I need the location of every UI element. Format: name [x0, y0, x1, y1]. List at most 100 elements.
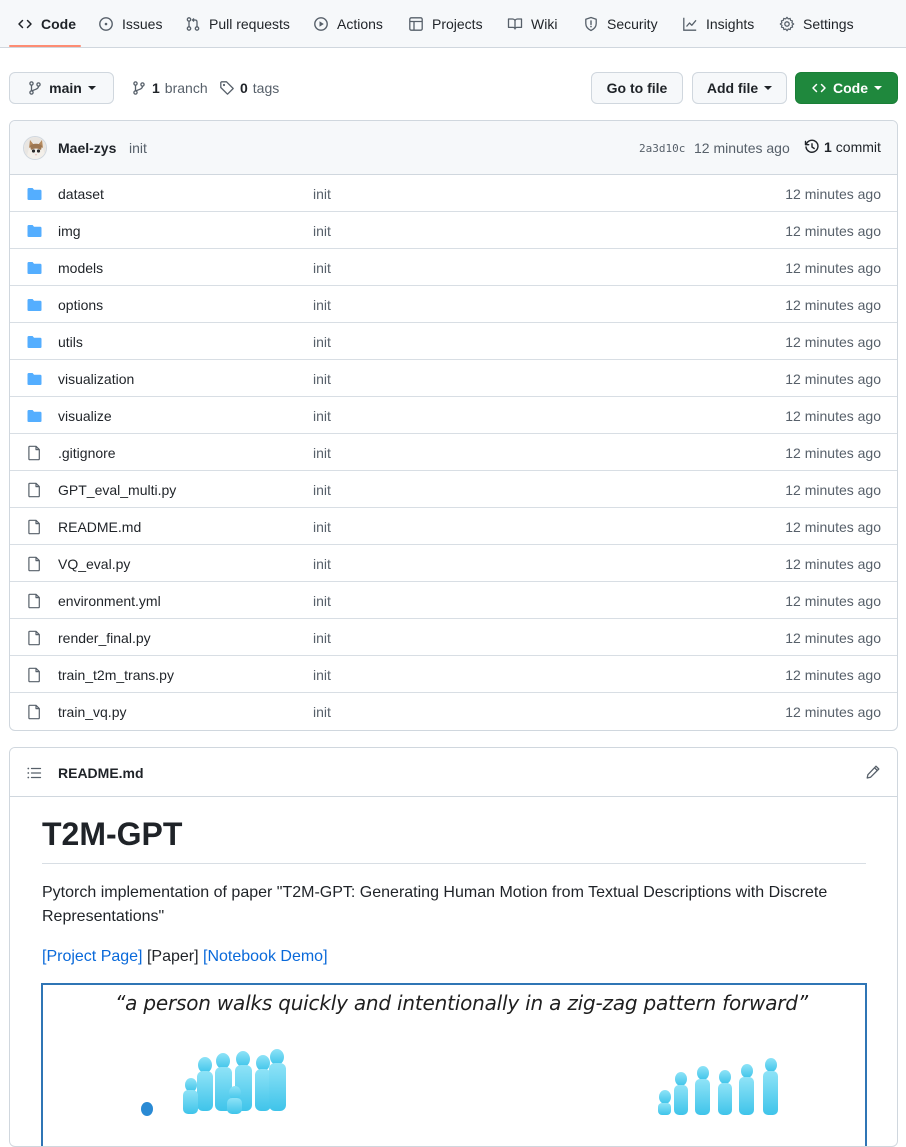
file-name[interactable]: .gitignore [58, 445, 116, 461]
tag-icon [219, 80, 235, 96]
avatar[interactable] [23, 136, 47, 160]
code-icon [811, 80, 827, 96]
file-commit-message[interactable]: init [313, 704, 331, 720]
commit-count-label: commit [835, 139, 881, 155]
code-dropdown-button[interactable]: Code [795, 72, 898, 104]
file-commit-time: 12 minutes ago [785, 630, 881, 646]
readme-panel: README.md T2M-GPT Pytorch implementation… [9, 747, 898, 1147]
file-name[interactable]: GPT_eval_multi.py [58, 482, 176, 498]
branch-select-button[interactable]: main [9, 72, 114, 104]
file-icon [26, 556, 43, 572]
file-row[interactable]: img init 12 minutes ago [10, 212, 897, 249]
readme-description: Pytorch implementation of paper "T2M-GPT… [42, 884, 828, 925]
teaser-image: “a person walks quickly and intentionall… [41, 983, 867, 1146]
git-branch-icon [131, 80, 147, 96]
file-name[interactable]: README.md [58, 519, 141, 535]
file-row[interactable]: utils init 12 minutes ago [10, 323, 897, 360]
folder-icon [26, 223, 43, 239]
file-name[interactable]: VQ_eval.py [58, 556, 130, 572]
heading-divider [42, 863, 866, 864]
file-commit-time: 12 minutes ago [785, 519, 881, 535]
add-file-button[interactable]: Add file [692, 72, 787, 104]
tab-settings[interactable]: Settings [771, 0, 862, 48]
tab-insights[interactable]: Insights [674, 0, 762, 48]
file-row[interactable]: VQ_eval.py init 12 minutes ago [10, 545, 897, 582]
file-name[interactable]: render_final.py [58, 630, 151, 646]
graph-icon [682, 16, 698, 32]
file-row[interactable]: train_vq.py init 12 minutes ago [10, 693, 897, 730]
file-name[interactable]: img [58, 223, 81, 239]
list-unordered-icon[interactable] [26, 765, 42, 781]
file-name[interactable]: options [58, 297, 103, 313]
file-row[interactable]: environment.yml init 12 minutes ago [10, 582, 897, 619]
file-row[interactable]: .gitignore init 12 minutes ago [10, 434, 897, 471]
notebook-demo-link[interactable]: [Notebook Demo] [203, 948, 328, 965]
file-icon [26, 667, 43, 683]
file-commit-message[interactable]: init [313, 667, 331, 683]
file-name[interactable]: train_t2m_trans.py [58, 667, 174, 683]
file-commit-message[interactable]: init [313, 223, 331, 239]
file-commit-message[interactable]: init [313, 630, 331, 646]
file-row[interactable]: dataset init 12 minutes ago [10, 175, 897, 212]
file-commit-message[interactable]: init [313, 556, 331, 572]
tab-security[interactable]: Security [575, 0, 666, 48]
file-name[interactable]: environment.yml [58, 593, 161, 609]
file-icon [26, 482, 43, 498]
commit-sha[interactable]: 2a3d10c [639, 142, 685, 155]
file-commit-message[interactable]: init [313, 260, 331, 276]
file-name[interactable]: visualize [58, 408, 112, 424]
readme-heading: T2M-GPT [42, 816, 183, 852]
play-icon [313, 16, 329, 32]
tab-code[interactable]: Code [9, 0, 84, 48]
readme-filename[interactable]: README.md [58, 765, 144, 781]
file-row[interactable]: visualization init 12 minutes ago [10, 360, 897, 397]
file-commit-message[interactable]: init [313, 186, 331, 202]
file-name[interactable]: train_vq.py [58, 704, 126, 720]
file-name[interactable]: dataset [58, 186, 104, 202]
tab-label: Wiki [531, 16, 558, 32]
tab-pull-requests[interactable]: Pull requests [177, 0, 298, 48]
branches-link[interactable]: 1 branch [131, 79, 208, 97]
file-row[interactable]: train_t2m_trans.py init 12 minutes ago [10, 656, 897, 693]
commit-history-link[interactable]: 1 commit [804, 139, 881, 155]
file-browser: Mael-zys init 2a3d10c 12 minutes ago 1 c… [9, 120, 898, 731]
project-page-link[interactable]: [Project Page] [42, 948, 143, 965]
file-commit-message[interactable]: init [313, 519, 331, 535]
file-commit-time: 12 minutes ago [785, 667, 881, 683]
file-commit-message[interactable]: init [313, 334, 331, 350]
file-icon [26, 519, 43, 535]
table-icon [408, 16, 424, 32]
file-commit-message[interactable]: init [313, 593, 331, 609]
commit-message[interactable]: init [129, 140, 147, 156]
branch-count: 1 [152, 80, 160, 96]
file-commit-message[interactable]: init [313, 408, 331, 424]
tab-label: Settings [803, 16, 854, 32]
file-name[interactable]: utils [58, 334, 83, 350]
tab-actions[interactable]: Actions [305, 0, 391, 48]
file-commit-message[interactable]: init [313, 371, 331, 387]
file-row[interactable]: options init 12 minutes ago [10, 286, 897, 323]
code-icon [17, 16, 33, 32]
file-row[interactable]: GPT_eval_multi.py init 12 minutes ago [10, 471, 897, 508]
folder-icon [26, 371, 43, 387]
file-commit-time: 12 minutes ago [785, 334, 881, 350]
file-row[interactable]: models init 12 minutes ago [10, 249, 897, 286]
commit-count: 1 [824, 139, 832, 155]
tab-projects[interactable]: Projects [400, 0, 491, 48]
file-row[interactable]: README.md init 12 minutes ago [10, 508, 897, 545]
commit-time: 12 minutes ago [694, 140, 790, 156]
file-commit-message[interactable]: init [313, 297, 331, 313]
file-commit-message[interactable]: init [313, 445, 331, 461]
file-commit-message[interactable]: init [313, 482, 331, 498]
file-name[interactable]: visualization [58, 371, 134, 387]
tags-link[interactable]: 0 tags [219, 79, 279, 97]
tab-wiki[interactable]: Wiki [499, 0, 565, 48]
file-icon [26, 630, 43, 646]
file-name[interactable]: models [58, 260, 103, 276]
file-row[interactable]: render_final.py init 12 minutes ago [10, 619, 897, 656]
commit-author[interactable]: Mael-zys [58, 140, 116, 156]
pencil-icon[interactable] [865, 764, 881, 780]
go-to-file-button[interactable]: Go to file [591, 72, 683, 104]
file-row[interactable]: visualize init 12 minutes ago [10, 397, 897, 434]
tab-issues[interactable]: Issues [90, 0, 170, 48]
